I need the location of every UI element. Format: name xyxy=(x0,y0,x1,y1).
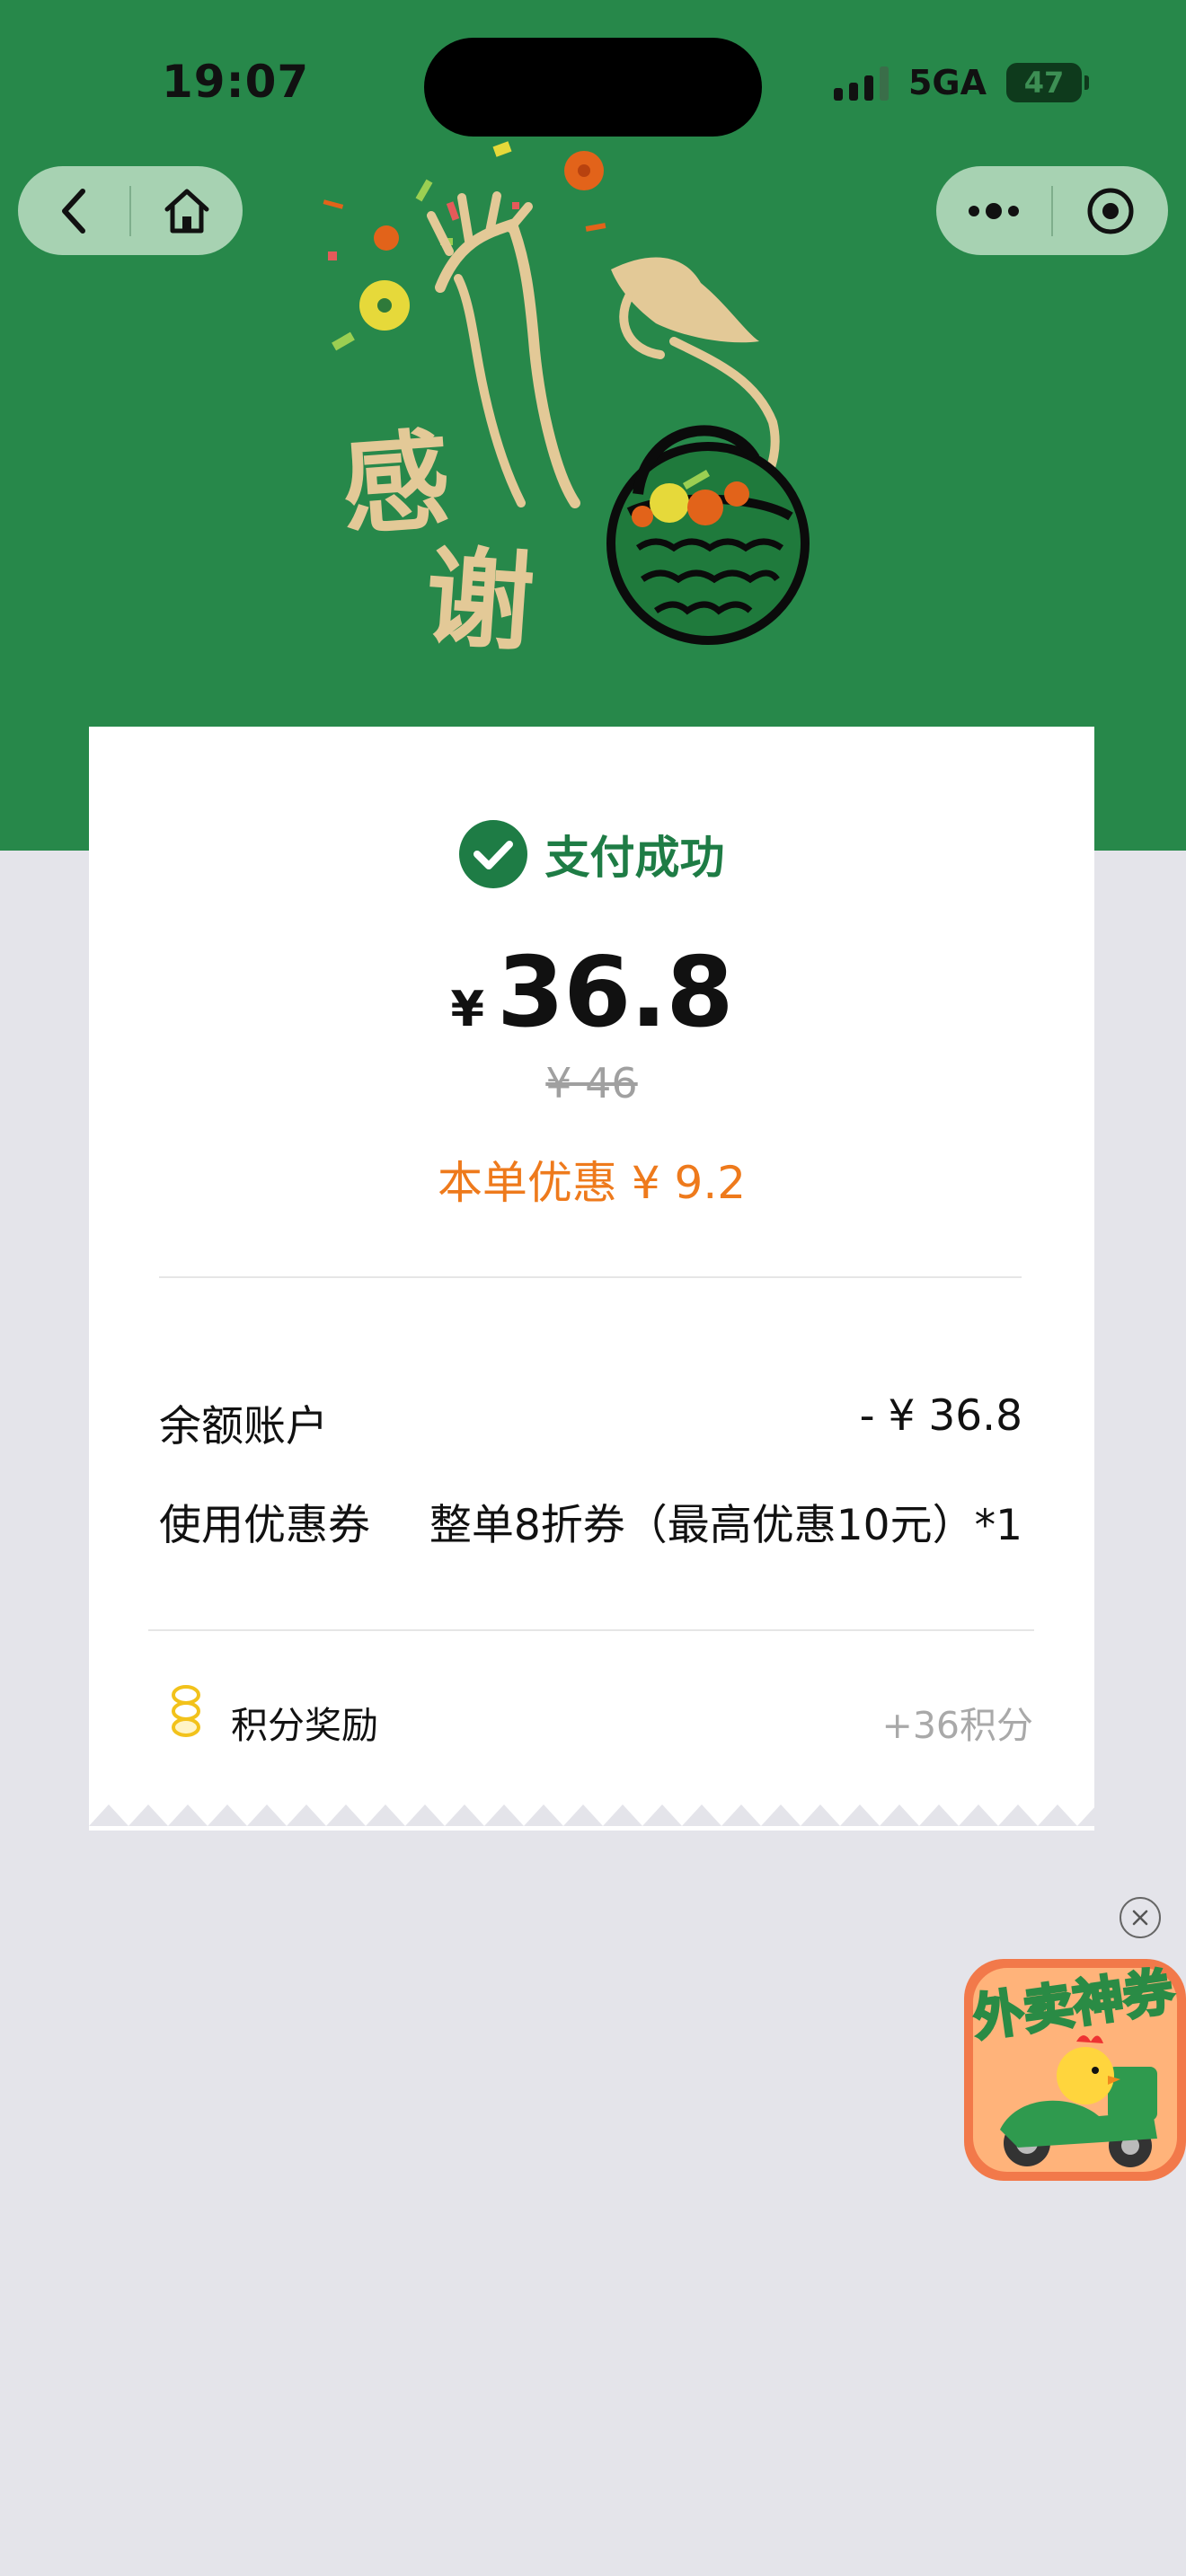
original-price: ¥ 46 xyxy=(545,1059,638,1107)
close-icon xyxy=(1132,1910,1148,1926)
nav-capsule xyxy=(18,166,243,255)
coins-icon xyxy=(172,1685,200,1737)
more-button[interactable] xyxy=(936,166,1051,255)
svg-text:谢: 谢 xyxy=(421,534,538,667)
battery-level: 47 xyxy=(1023,66,1065,100)
chevron-left-icon xyxy=(62,188,85,234)
back-button[interactable] xyxy=(18,166,129,255)
takeout-coupon-ad[interactable]: 外卖神券 xyxy=(964,1959,1186,2181)
discount-text: 本单优惠 ¥ 9.2 xyxy=(437,1157,747,1209)
divider xyxy=(148,1629,1034,1631)
home-button[interactable] xyxy=(131,166,243,255)
home-icon xyxy=(164,189,209,233)
target-circle-icon xyxy=(1087,188,1134,234)
currency-symbol: ¥ xyxy=(450,981,485,1037)
coupon-value: 整单8折券（最高优惠10元）*1 xyxy=(429,1501,1022,1550)
more-dots-icon xyxy=(969,202,1019,219)
close-miniapp-button[interactable] xyxy=(1053,166,1168,255)
status-indicators: 5GA 47 xyxy=(833,63,1089,102)
miniapp-capsule xyxy=(936,166,1168,255)
payment-status: 支付成功 xyxy=(89,820,1094,888)
payment-receipt-card: 支付成功 ¥ 36.8 ¥ 46 本单优惠 ¥ 9.2 余额账户 - ¥ 36.… xyxy=(89,727,1094,1831)
thanks-illustration: 感 谢 xyxy=(323,141,810,667)
status-time: 19:07 xyxy=(162,56,310,108)
svg-text:感: 感 xyxy=(338,417,455,551)
points-reward-value: +36积分 xyxy=(881,1704,1033,1747)
signal-icon xyxy=(833,65,889,101)
network-type: 5GA xyxy=(907,63,987,102)
coupon-label: 使用优惠券 xyxy=(159,1501,370,1550)
balance-account-label: 余额账户 xyxy=(159,1402,328,1451)
balance-account-value: - ¥ 36.8 xyxy=(859,1391,1022,1441)
ad-close-button[interactable] xyxy=(1120,1897,1161,1938)
points-reward-label: 积分奖励 xyxy=(231,1704,378,1747)
amount-value: 36.8 xyxy=(497,937,733,1049)
divider xyxy=(159,1276,1022,1278)
paid-amount: ¥ 36.8 xyxy=(89,937,1094,1049)
battery-icon: 47 xyxy=(1006,63,1089,102)
receipt-zigzag-edge xyxy=(89,1801,1094,1826)
check-circle-icon xyxy=(458,820,527,888)
payment-status-text: 支付成功 xyxy=(544,832,725,884)
